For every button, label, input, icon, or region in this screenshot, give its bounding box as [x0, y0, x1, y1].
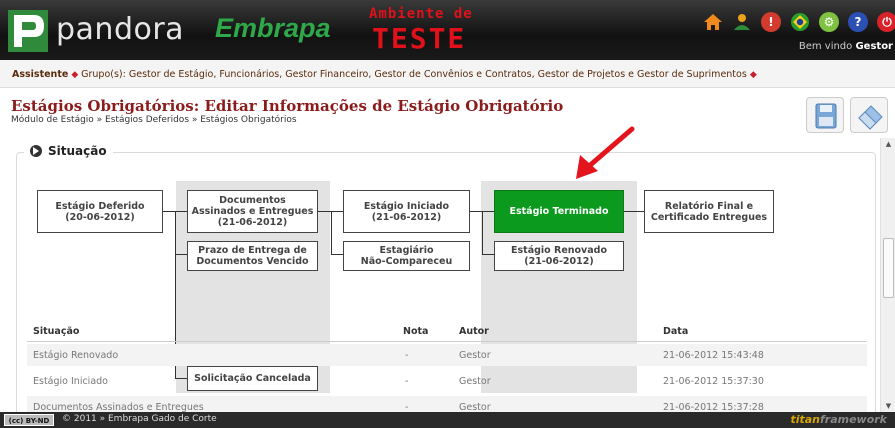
node-date: (20-06-2012) — [65, 211, 135, 223]
app-header: pandora Embrapa Ambiente de TESTE ! ⚙ ? … — [0, 0, 895, 60]
groups-label: Grupo(s): — [81, 69, 126, 80]
table-row[interactable]: Estágio Renovado - Gestor 21-06-2012 15:… — [27, 344, 867, 366]
settings-icon[interactable]: ⚙ — [819, 12, 839, 32]
flow-node-nao-compareceu[interactable]: Estagiário Não-Compareceu — [343, 241, 470, 271]
table-row[interactable]: Documentos Assinados e Entregues - Gesto… — [27, 396, 867, 412]
role-bar: Assistente ◆ Grupo(s): Gestor de Estágio… — [0, 60, 895, 88]
clear-button[interactable] — [850, 97, 888, 133]
home-icon[interactable] — [703, 12, 723, 32]
node-label: Certificado Entregues — [650, 211, 768, 223]
diamond-icon: ◆ — [71, 70, 82, 80]
diamond-icon: ◆ — [749, 70, 757, 80]
eraser-icon — [858, 105, 883, 130]
node-label: Estágio Deferido — [55, 200, 145, 212]
alert-icon[interactable]: ! — [761, 12, 781, 32]
partner-logo: Embrapa — [215, 13, 331, 43]
node-label: Prazo de Entrega de — [198, 245, 307, 256]
flow-connector — [175, 254, 187, 255]
node-label: Estagiário — [379, 245, 434, 256]
node-date: (21-06-2012) — [524, 256, 594, 267]
help-icon[interactable]: ? — [848, 12, 868, 32]
save-button[interactable] — [806, 97, 844, 133]
collapse-arrow-icon[interactable] — [30, 145, 42, 157]
welcome-prefix: Bem vindo — [798, 41, 853, 52]
flow-node-terminado-current[interactable]: Estágio Terminado — [494, 190, 624, 233]
copyright-text: © 2011 » Embrapa Gado de Corte — [62, 414, 217, 424]
cell-nota: - — [405, 402, 409, 412]
power-icon[interactable]: ⏻ — [877, 12, 895, 32]
cell-autor: Gestor — [459, 350, 491, 361]
welcome-message: Bem vindo Gestor — [799, 41, 893, 52]
node-label: Estágio Terminado — [509, 206, 609, 217]
cell-autor: Gestor — [459, 376, 491, 387]
license-label: BY-ND — [25, 417, 50, 425]
table-header: Situação Nota Autor Data — [27, 320, 867, 342]
flow-connector — [624, 211, 644, 212]
cc-license-icon[interactable]: (cc) BY-ND — [4, 414, 54, 426]
environment-name: TESTE — [372, 22, 467, 55]
column-header-situacao[interactable]: Situação — [33, 326, 79, 337]
section-header[interactable]: Situação — [24, 144, 113, 158]
flow-node-documentos[interactable]: Documentos Assinados e Entregues (21-06-… — [187, 190, 318, 233]
scrollbar-thumb[interactable] — [883, 238, 894, 298]
cell-data: 21-06-2012 15:43:48 — [663, 350, 764, 361]
framework-name: titan — [790, 413, 820, 426]
breadcrumb[interactable]: Módulo de Estágio » Estágios Deferidos »… — [11, 115, 297, 125]
current-role[interactable]: Assistente — [12, 69, 68, 80]
brazil-flag-icon[interactable] — [790, 12, 810, 32]
section-title: Situação — [48, 144, 107, 158]
cell-nota: - — [405, 376, 409, 387]
framework-logo[interactable]: titanframework — [790, 413, 887, 426]
cell-data: 21-06-2012 15:37:30 — [663, 376, 764, 387]
scroll-down-icon[interactable]: ▼ — [881, 400, 895, 412]
flow-connector — [482, 254, 494, 255]
cell-nota: - — [405, 350, 409, 361]
cell-data: 21-06-2012 15:37:28 — [663, 402, 764, 412]
node-label: Estágio Renovado — [511, 245, 607, 256]
environment-label: Ambiente de — [369, 6, 473, 22]
table-row[interactable]: Estágio Iniciado - Gestor 21-06-2012 15:… — [27, 370, 867, 392]
node-label: Documentos — [219, 195, 286, 206]
column-header-autor[interactable]: Autor — [459, 326, 489, 337]
flow-connector — [331, 211, 332, 254]
flow-node-renovado[interactable]: Estágio Renovado (21-06-2012) — [494, 241, 624, 271]
vertical-scrollbar[interactable]: ▲ ▼ — [880, 138, 895, 412]
pandora-logo-icon — [8, 10, 48, 52]
cell-autor: Gestor — [459, 402, 491, 412]
user-icon[interactable] — [732, 12, 752, 32]
cell-situacao: Estágio Renovado — [33, 350, 119, 361]
cell-situacao: Estágio Iniciado — [33, 376, 108, 387]
annotation-arrow-icon — [576, 126, 635, 179]
welcome-user: Gestor — [855, 41, 893, 52]
column-header-data[interactable]: Data — [663, 326, 688, 337]
flow-node-deferido[interactable]: Estágio Deferido (20-06-2012) — [37, 190, 163, 233]
node-label: Relatório Final e — [664, 200, 754, 212]
groups-list[interactable]: Gestor de Estágio, Funcionários, Gestor … — [129, 69, 747, 80]
flow-connector — [331, 254, 343, 255]
node-label: Não-Compareceu — [360, 256, 453, 267]
flow-node-iniciado[interactable]: Estágio Iniciado (21-06-2012) — [343, 190, 470, 233]
page-title: Estágios Obrigatórios: Editar Informaçõe… — [11, 97, 564, 115]
brand-name: pandora — [56, 12, 185, 47]
node-label: Documentos Vencido — [196, 256, 309, 267]
node-date: (21-06-2012) — [217, 217, 288, 228]
framework-suffix: framework — [819, 413, 887, 426]
floppy-disk-icon — [815, 103, 837, 129]
flow-connector — [482, 211, 483, 254]
node-date: (21-06-2012) — [371, 211, 442, 223]
column-header-nota[interactable]: Nota — [403, 326, 428, 337]
scroll-up-icon[interactable]: ▲ — [881, 138, 895, 150]
cell-situacao: Documentos Assinados e Entregues — [33, 402, 204, 412]
flow-node-relatorio[interactable]: Relatório Final e Certificado Entregues — [644, 190, 774, 233]
flow-node-prazo-vencido[interactable]: Prazo de Entrega de Documentos Vencido — [187, 241, 318, 271]
node-label: Estágio Iniciado — [363, 200, 450, 212]
app-footer: (cc) BY-ND © 2011 » Embrapa Gado de Cort… — [0, 412, 895, 428]
node-label: Assinados e Entregues — [191, 206, 314, 217]
